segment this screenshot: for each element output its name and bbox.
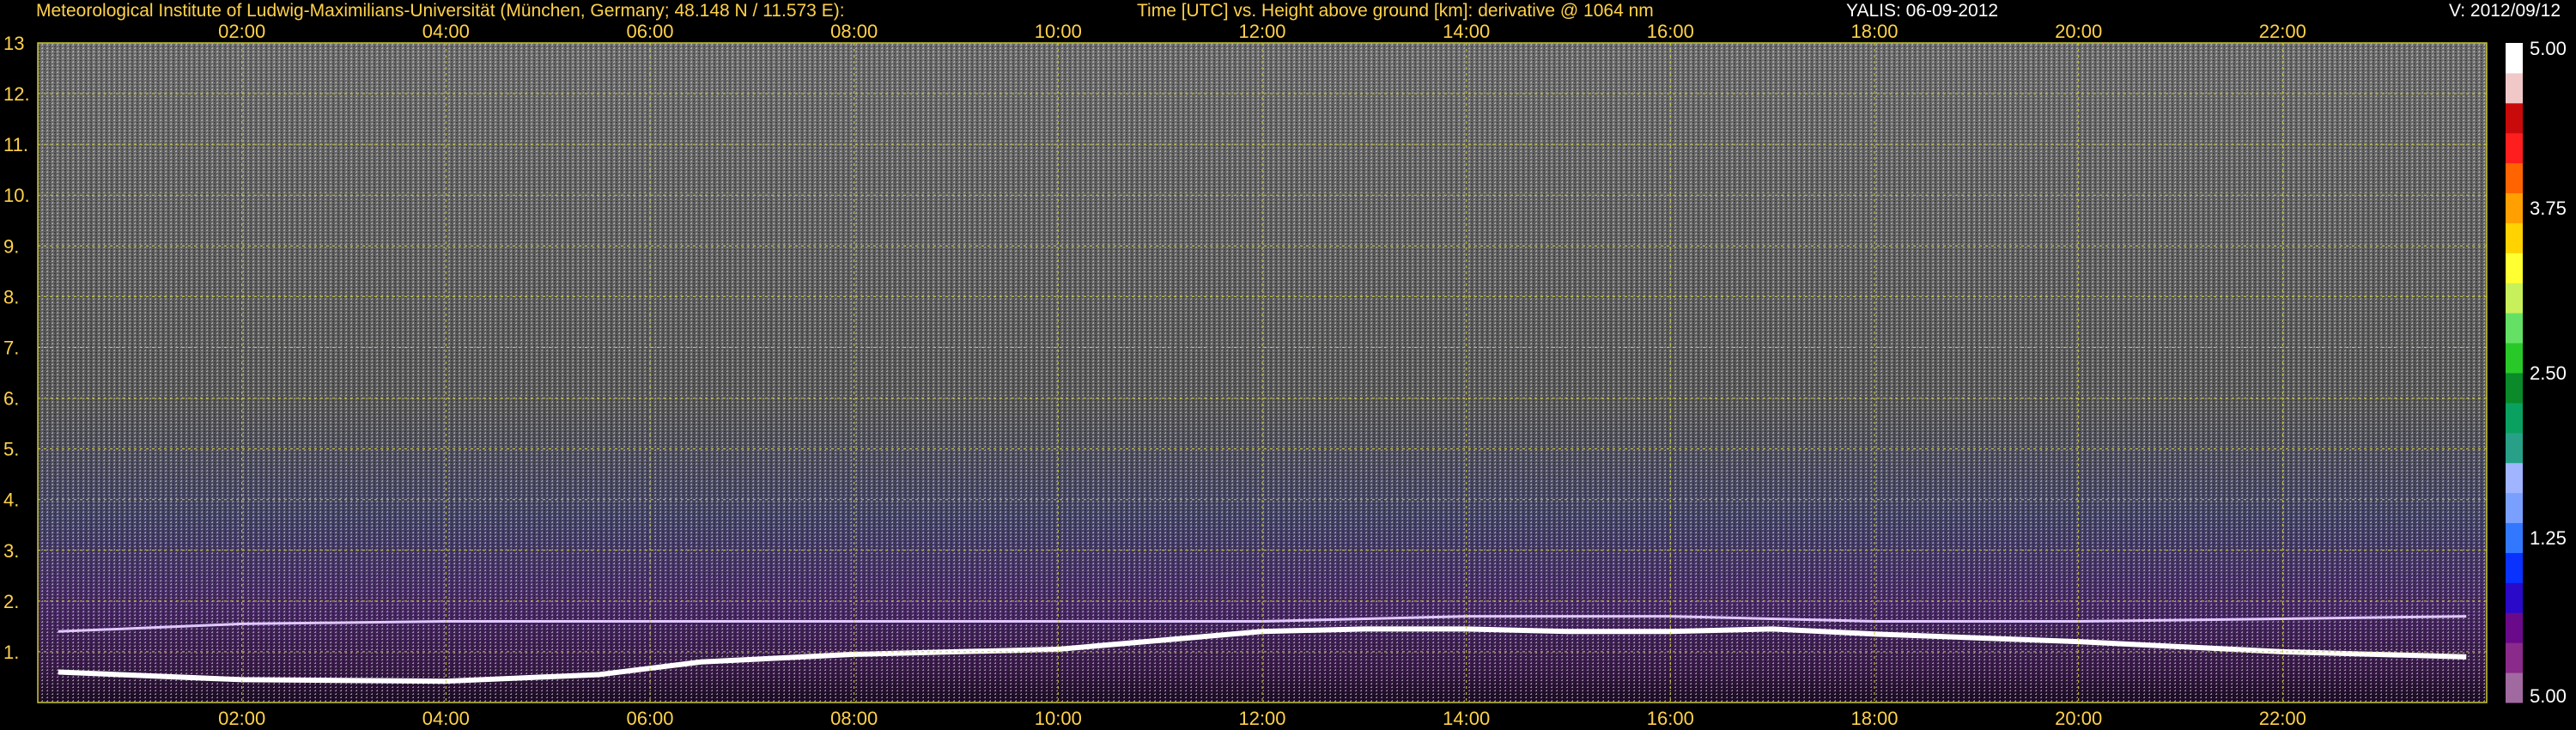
y-tick-12: 13 (3, 33, 24, 54)
x-tick-bottom-6: 14:00 (1443, 708, 1490, 729)
colorbar-swatch-17 (2506, 162, 2523, 194)
x-tick-top-7: 16:00 (1647, 21, 1694, 42)
colorbar-swatch-19 (2506, 102, 2523, 134)
y-tick-7: 8. (3, 286, 19, 307)
colorbar-swatch-9 (2506, 402, 2523, 434)
lidar-time-height-chart: 02:00 04:00 06:00 08:00 10:00 12:00 14:00 16:00… (3, 21, 2567, 729)
x-tick-top-4: 10:00 (1035, 21, 1082, 42)
colorbar-swatch-7 (2506, 462, 2523, 494)
colorbar-tick-3: 1.25 (2530, 527, 2567, 549)
y-axis: 1. 2. 3. 4. 5. 6. 7. 8. 9. 10. 11. 12. 13 (3, 33, 30, 663)
x-tick-top-0: 02:00 (218, 21, 265, 42)
colorbar-swatch-5 (2506, 522, 2523, 553)
colorbar-swatch-10 (2506, 373, 2523, 404)
colorbar-swatch-20 (2506, 72, 2523, 104)
x-tick-top-5: 12:00 (1238, 21, 1285, 42)
colorbar-swatch-11 (2506, 343, 2523, 374)
y-tick-6: 7. (3, 337, 19, 358)
colorbar-swatch-4 (2506, 552, 2523, 583)
y-tick-9: 10. (3, 185, 30, 206)
colorbar: 5.00 3.75 2.50 1.25 5.00 (2506, 38, 2567, 707)
x-tick-bottom-5: 12:00 (1238, 708, 1285, 729)
colorbar-tick-2: 2.50 (2530, 362, 2567, 384)
y-tick-10: 11. (3, 134, 28, 155)
colorbar-swatch-12 (2506, 313, 2523, 344)
x-tick-top-9: 20:00 (2055, 21, 2102, 42)
x-tick-bottom-4: 10:00 (1035, 708, 1082, 729)
x-axis-bottom: 02:00 04:00 06:00 08:00 10:00 12:00 14:00 16:00… (218, 708, 2306, 729)
colorbar-swatch-0 (2506, 672, 2523, 703)
colorbar-swatch-16 (2506, 192, 2523, 223)
x-tick-top-1: 04:00 (422, 21, 470, 42)
colorbar-tick-4: 5.00 (2530, 685, 2567, 707)
colorbar-swatch-21 (2506, 43, 2523, 74)
colorbar-swatch-13 (2506, 283, 2523, 313)
y-tick-8: 9. (3, 235, 19, 257)
colorbar-swatch-1 (2506, 642, 2523, 673)
colorbar-tick-1: 3.75 (2530, 198, 2567, 219)
x-tick-bottom-1: 04:00 (422, 708, 470, 729)
y-tick-1: 2. (3, 591, 19, 612)
y-tick-4: 5. (3, 439, 19, 460)
colorbar-tick-0: 5.00 (2530, 38, 2567, 59)
colorbar-swatch-8 (2506, 432, 2523, 464)
y-tick-5: 6. (3, 388, 19, 410)
colorbar-swatch-18 (2506, 132, 2523, 164)
colorbar-swatch-6 (2506, 492, 2523, 524)
colorbar-swatch-3 (2506, 582, 2523, 613)
colorbar-swatch-2 (2506, 612, 2523, 643)
x-tick-bottom-2: 06:00 (626, 708, 673, 729)
x-tick-bottom-9: 20:00 (2055, 708, 2102, 729)
colorbar-swatch-14 (2506, 252, 2523, 283)
x-tick-bottom-0: 02:00 (218, 708, 265, 729)
y-tick-3: 4. (3, 490, 19, 511)
x-tick-top-8: 18:00 (1850, 21, 1898, 42)
x-axis-top: 02:00 04:00 06:00 08:00 10:00 12:00 14:00 16:00… (218, 21, 2306, 42)
x-tick-top-6: 14:00 (1443, 21, 1490, 42)
x-tick-top-3: 08:00 (830, 21, 878, 42)
x-tick-bottom-10: 22:00 (2259, 708, 2306, 729)
x-tick-bottom-8: 18:00 (1850, 708, 1898, 729)
y-tick-0: 1. (3, 642, 19, 663)
y-tick-11: 12. (3, 83, 30, 105)
colorbar-swatch-15 (2506, 222, 2523, 253)
x-tick-top-10: 22:00 (2259, 21, 2306, 42)
y-tick-2: 3. (3, 540, 19, 562)
x-tick-bottom-3: 08:00 (830, 708, 878, 729)
x-tick-bottom-7: 16:00 (1647, 708, 1694, 729)
x-tick-top-2: 06:00 (626, 21, 673, 42)
